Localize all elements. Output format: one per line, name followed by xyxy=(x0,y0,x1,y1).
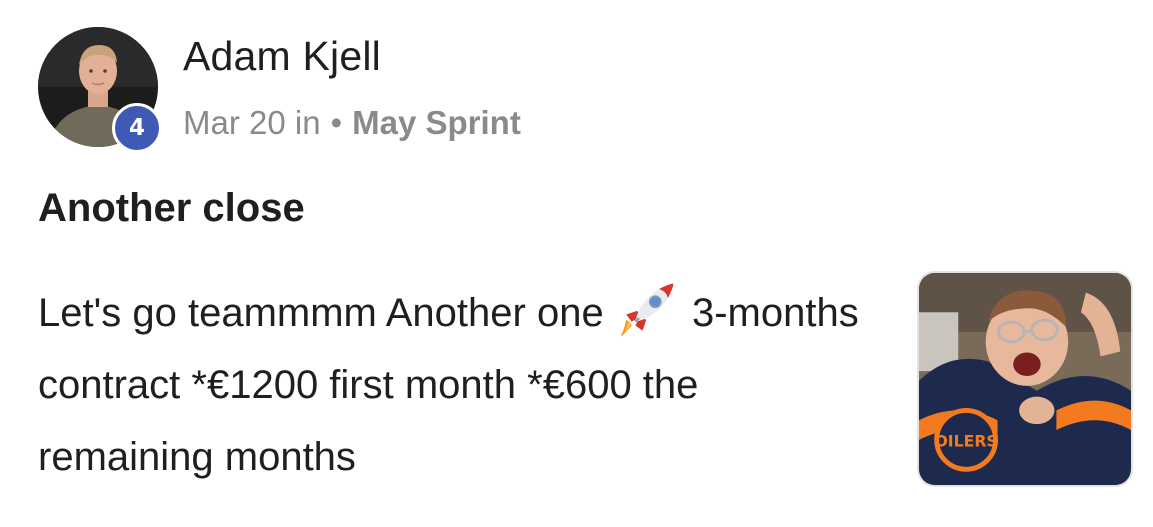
post-image-thumbnail[interactable]: OILERS xyxy=(917,271,1133,487)
post-body: Let's go teammmm Another one 3-months co… xyxy=(38,277,868,493)
author-name[interactable]: Adam Kjell xyxy=(183,33,381,80)
rocket-icon xyxy=(620,283,674,337)
author-avatar[interactable]: 4 xyxy=(38,27,162,153)
category-link[interactable]: May Sprint xyxy=(352,104,521,142)
post-body-text-1: Let's go teammmm Another one xyxy=(38,291,604,335)
post-meta: Mar 20 in • May Sprint xyxy=(183,104,521,142)
level-badge: 4 xyxy=(112,103,162,153)
meta-separator: • xyxy=(330,104,343,141)
post-title[interactable]: Another close xyxy=(38,186,305,231)
jersey-logo-text: OILERS xyxy=(934,432,997,451)
celebration-gif-thumbnail: OILERS xyxy=(919,273,1131,485)
post-date[interactable]: Mar 20 in xyxy=(183,104,321,142)
